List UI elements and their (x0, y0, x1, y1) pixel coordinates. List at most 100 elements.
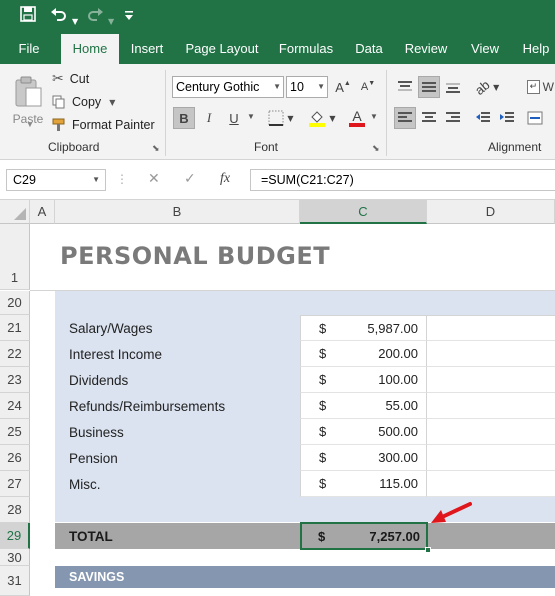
redo-icon[interactable] (86, 6, 104, 27)
underline-dropdown-icon[interactable]: ▼ (247, 112, 255, 121)
enter-icon[interactable]: ✓ (184, 171, 196, 187)
empty-cell[interactable] (427, 419, 555, 445)
row-header-20[interactable]: 20 (0, 291, 30, 315)
cancel-icon[interactable]: ✕ (148, 171, 160, 187)
fill-color-button[interactable]: ▼ (306, 107, 338, 129)
income-value-cell[interactable]: $100.00 (300, 367, 427, 393)
empty-cell[interactable] (427, 445, 555, 471)
column-header-c[interactable]: C (300, 200, 427, 224)
italic-button[interactable]: I (198, 107, 220, 129)
increase-indent-button[interactable] (496, 107, 518, 129)
income-value-cell[interactable]: $300.00 (300, 445, 427, 471)
income-amount: 200.00 (378, 346, 418, 361)
tab-file[interactable]: File (6, 34, 52, 64)
empty-cell[interactable] (427, 393, 555, 419)
column-header-a[interactable]: A (30, 200, 55, 224)
copy-button[interactable]: Copy ▼ (52, 91, 115, 113)
save-icon[interactable] (20, 6, 36, 27)
tab-data[interactable]: Data (350, 34, 388, 64)
tab-review[interactable]: Review (400, 34, 452, 64)
row-header-23[interactable]: 23 (0, 367, 30, 393)
empty-cell[interactable] (427, 341, 555, 367)
row-header-22[interactable]: 22 (0, 341, 30, 367)
column-header-d[interactable]: D (427, 200, 555, 224)
align-center-button[interactable] (418, 107, 440, 129)
income-label: Misc. (69, 477, 101, 492)
tab-home[interactable]: Home (61, 34, 119, 64)
row-header-25[interactable]: 25 (0, 419, 30, 445)
income-amount: 500.00 (378, 424, 418, 439)
row-header-29[interactable]: 29 (0, 523, 30, 549)
income-value-cell[interactable]: $200.00 (300, 341, 427, 367)
row-header-27[interactable]: 27 (0, 471, 30, 497)
customize-icon[interactable] (124, 8, 134, 29)
font-color-dropdown-icon[interactable]: ▼ (370, 112, 378, 121)
grow-font-button[interactable]: A ▲ (333, 77, 353, 97)
chevron-down-icon: ▼ (92, 175, 100, 184)
cut-button[interactable]: ✂ Cut (52, 68, 89, 90)
shrink-font-button[interactable]: A ▼ (358, 77, 378, 97)
tab-formulas[interactable]: Formulas (274, 34, 338, 64)
font-size-select[interactable]: 10 ▼ (286, 76, 328, 98)
column-header-b[interactable]: B (55, 200, 300, 224)
income-value-cell[interactable]: $5,987.00 (300, 315, 427, 341)
formula-input[interactable]: =SUM(C21:C27) (250, 169, 555, 191)
undo-dropdown-icon[interactable]: ▼ (72, 12, 78, 32)
decrease-indent-icon (476, 112, 490, 122)
paste-dropdown-icon[interactable]: ▼ (26, 120, 34, 129)
font-name-select[interactable]: Century Gothic ▼ (172, 76, 284, 98)
format-painter-label: Format Painter (72, 118, 155, 132)
currency-symbol: $ (319, 450, 327, 465)
row-header-21[interactable]: 21 (0, 315, 30, 341)
row-header-26[interactable]: 26 (0, 445, 30, 471)
income-value-cell[interactable]: $115.00 (300, 471, 427, 497)
tab-view[interactable]: View (464, 34, 506, 64)
font-launcher-icon[interactable]: ⬊ (372, 144, 380, 154)
row-header-24[interactable]: 24 (0, 393, 30, 419)
empty-cell[interactable] (427, 367, 555, 393)
increase-indent-icon (500, 112, 514, 122)
name-box[interactable]: C29 ▼ (6, 169, 106, 191)
middle-align-button[interactable] (418, 76, 440, 98)
row-header-31[interactable]: 31 (0, 566, 30, 596)
top-align-button[interactable] (394, 76, 416, 98)
font-color-button[interactable]: A (342, 107, 372, 129)
currency-symbol: $ (319, 346, 327, 361)
underline-button[interactable]: U (223, 107, 245, 129)
redo-dropdown-icon[interactable]: ▼ (108, 12, 114, 32)
empty-cell[interactable] (427, 315, 555, 341)
income-value-cell[interactable]: $500.00 (300, 419, 427, 445)
income-value-cell[interactable]: $55.00 (300, 393, 427, 419)
bottom-align-button[interactable] (442, 76, 464, 98)
bold-button[interactable]: B (173, 107, 195, 129)
chevron-down-icon: ▼ (317, 82, 325, 91)
tab-insert[interactable]: Insert (124, 34, 170, 64)
empty-cell[interactable] (427, 471, 555, 497)
tab-help[interactable]: Help (518, 34, 554, 64)
font-color-swatch (349, 123, 365, 127)
align-left-button[interactable] (394, 107, 416, 129)
wrap-text-icon: ↵ (527, 80, 540, 94)
decrease-indent-button[interactable] (472, 107, 494, 129)
row-header-28[interactable]: 28 (0, 497, 30, 523)
align-right-button[interactable] (442, 107, 464, 129)
clipboard-launcher-icon[interactable]: ⬊ (152, 144, 160, 154)
tab-page-layout[interactable]: Page Layout (182, 34, 262, 64)
middle-align-icon (422, 82, 436, 92)
fill-handle[interactable] (425, 547, 431, 553)
select-all-corner[interactable] (0, 200, 30, 224)
row-header-1[interactable]: 1 (0, 224, 30, 290)
copy-dropdown-icon[interactable]: ▼ (109, 98, 115, 107)
align-center-icon (422, 112, 436, 122)
insert-function-icon[interactable]: fx (220, 171, 230, 187)
selected-cell-c29[interactable]: $ 7,257.00 (300, 522, 431, 553)
merge-center-button[interactable] (526, 107, 555, 129)
format-painter-button[interactable]: Format Painter (52, 114, 155, 136)
resize-handle-icon[interactable]: ⋮ (116, 172, 128, 186)
row-header-30[interactable]: 30 (0, 549, 30, 566)
chevron-down-icon: ▼ (493, 82, 500, 92)
borders-button[interactable]: ▼ (266, 107, 296, 129)
wrap-text-button[interactable]: ↵ W (526, 76, 555, 98)
undo-icon[interactable] (50, 6, 68, 27)
orientation-button[interactable]: ab ▼ (470, 76, 504, 98)
